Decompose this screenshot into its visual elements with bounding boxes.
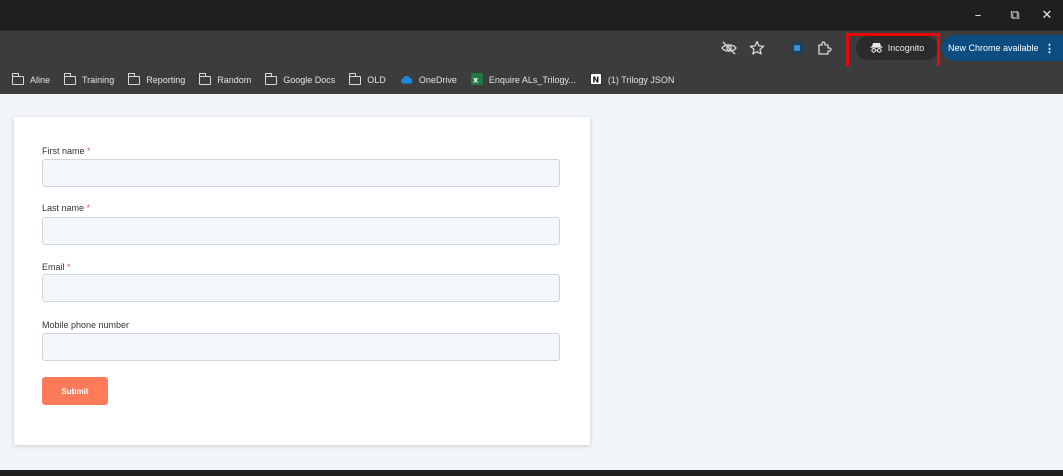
folder-icon (11, 73, 24, 85)
mobile-phone-label: Mobile phone number (42, 320, 130, 330)
onedrive-icon (400, 75, 413, 86)
required-mark: * (86, 203, 91, 213)
bookmark-reporting[interactable]: Reporting (127, 73, 186, 85)
email-input[interactable] (42, 274, 560, 302)
window-titlebar: – ⧉ ✕ (0, 0, 1063, 30)
close-window-button[interactable]: ✕ (1030, 0, 1063, 30)
folder-icon (198, 73, 212, 85)
mobile-phone-input[interactable] (42, 333, 560, 361)
minimize-button[interactable]: – (961, 0, 995, 30)
bookmark-label: OneDrive (418, 75, 457, 85)
restore-button[interactable]: ⧉ (998, 0, 1032, 30)
first-name-label: First name * (42, 146, 91, 156)
more-options-icon[interactable]: ⋮ (1044, 35, 1055, 61)
folder-icon (264, 73, 278, 85)
extensions-puzzle-icon[interactable] (813, 37, 835, 59)
eye-off-icon[interactable] (718, 37, 740, 59)
bookmark-old[interactable]: OLD (348, 73, 386, 85)
bookmark-trilogy-json[interactable]: N (1) Trilogy JSON (589, 73, 675, 87)
bookmark-label: Reporting (146, 75, 186, 85)
last-name-label: Last name * (42, 203, 91, 213)
bottom-edge (0, 470, 1063, 476)
first-name-input[interactable] (42, 159, 560, 187)
bookmark-google-docs[interactable]: Google Docs (264, 73, 336, 85)
bookmark-label: (1) Trilogy JSON (607, 75, 675, 85)
extension-app-icon[interactable] (786, 37, 808, 59)
bookmark-star-icon[interactable] (746, 37, 768, 59)
form-card: First name * Last name * Email * Mobile … (14, 117, 590, 445)
notion-icon: N (589, 73, 602, 87)
bookmark-label: Aline (30, 75, 51, 85)
folder-icon (63, 73, 77, 85)
svg-text:x: x (473, 76, 479, 85)
page-content: First name * Last name * Email * Mobile … (0, 94, 1063, 470)
chrome-update-button[interactable]: New Chrome available ⋮ (942, 35, 1063, 61)
last-name-input[interactable] (42, 217, 560, 245)
bookmarks-bar: Aline Training Reporting Random Google D… (0, 66, 1063, 94)
excel-icon: x (470, 73, 483, 87)
bookmark-label: Enquire ALs_Trilogy... (488, 75, 576, 85)
bookmark-label: Training (82, 75, 115, 85)
bookmark-onedrive[interactable]: OneDrive (400, 75, 457, 86)
bookmark-label: OLD (367, 75, 386, 85)
bookmark-label: Random (217, 75, 252, 85)
update-label: New Chrome available (948, 43, 1039, 53)
bookmark-enquire[interactable]: x Enquire ALs_Trilogy... (470, 73, 576, 87)
email-label: Email * (42, 262, 71, 272)
submit-button[interactable]: Submit (42, 377, 108, 405)
folder-icon (348, 73, 362, 85)
bookmark-label: Google Docs (283, 75, 336, 85)
folder-icon (127, 73, 141, 85)
required-mark: * (67, 262, 71, 272)
bookmark-random[interactable]: Random (198, 73, 252, 85)
bookmark-training[interactable]: Training (63, 73, 115, 85)
bookmark-aline[interactable]: Aline (11, 73, 51, 85)
required-mark: * (87, 146, 91, 156)
svg-text:N: N (592, 76, 599, 85)
